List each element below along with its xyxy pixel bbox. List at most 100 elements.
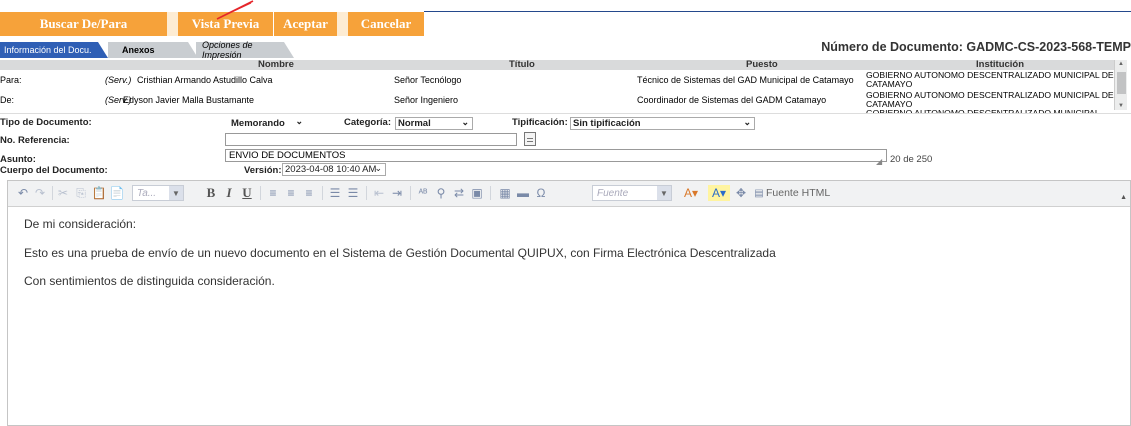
- spellcheck-icon[interactable]: ᴬᴮ: [416, 185, 430, 201]
- version-label: Versión:: [244, 165, 282, 176]
- top-toolbar: Buscar De/Para Vista Previa Aceptar Canc…: [0, 0, 1131, 36]
- recipient-titulo: Señor Ingeniero: [394, 95, 459, 105]
- version-select[interactable]: 2023-04-08 10:40 AM ⌄: [282, 163, 386, 176]
- cut-icon[interactable]: ✂: [56, 185, 70, 201]
- recipients-header: Nombre Título Puesto Institución: [0, 59, 1114, 70]
- version-value: 2023-04-08 10:40 AM: [285, 164, 377, 175]
- document-form: Tipo de Documento: Memorando ⌄ Categoría…: [0, 113, 1131, 176]
- column-header-titulo: Título: [509, 59, 535, 70]
- cancelar-button[interactable]: Cancelar: [348, 12, 424, 36]
- chevron-down-icon: ▼: [657, 186, 671, 200]
- recipient-titulo: Señor Tecnólogo: [394, 75, 462, 85]
- paste-icon[interactable]: 📋: [92, 185, 107, 201]
- column-header-nombre: Nombre: [258, 59, 294, 70]
- body-paragraph: Esto es una prueba de envío de un nuevo …: [24, 246, 776, 260]
- tab-opciones-impresion[interactable]: Opciones de Impresión: [196, 40, 294, 60]
- tipo-documento-select[interactable]: Memorando ⌄: [229, 116, 307, 130]
- document-icon[interactable]: [524, 132, 536, 146]
- cuerpo-documento-label: Cuerpo del Documento:: [0, 165, 108, 176]
- source-icon[interactable]: ▤: [752, 185, 766, 201]
- asunto-char-count: 20 de 250: [890, 154, 933, 165]
- scroll-thumb[interactable]: [1117, 72, 1126, 94]
- recipient-tag: (Serv.): [105, 75, 132, 85]
- recipient-nombre: Edyson Javier Malla Bustamante: [123, 95, 255, 105]
- table-row[interactable]: De: (Serv.) Edyson Javier Malla Bustaman…: [0, 91, 1114, 111]
- background-color-icon[interactable]: A▾: [708, 185, 730, 201]
- align-right-icon[interactable]: ≡: [302, 185, 316, 201]
- tipo-documento-label: Tipo de Documento:: [0, 117, 92, 128]
- underline-icon[interactable]: U: [240, 185, 254, 201]
- aceptar-button[interactable]: Aceptar: [274, 12, 337, 36]
- tipificacion-select[interactable]: Sin tipificación ⌄: [570, 117, 755, 130]
- copy-icon[interactable]: ⎘: [74, 185, 88, 201]
- toolbar-separator: [167, 12, 178, 36]
- recipient-institucion: GOBIERNO AUTONOMO DESCENTRALIZADO MUNICI…: [866, 90, 1114, 109]
- tab-anexos[interactable]: Anexos: [108, 42, 198, 58]
- toolbar-separator: [322, 186, 323, 200]
- tab-informacion-documento[interactable]: Información del Docu.: [0, 42, 108, 58]
- outdent-icon[interactable]: ⇤: [372, 185, 386, 201]
- italic-icon[interactable]: I: [222, 185, 236, 201]
- horizontal-rule-icon[interactable]: ▬: [516, 185, 530, 201]
- chevron-down-icon: ⌄: [461, 117, 469, 127]
- body-paragraph: Con sentimientos de distinguida consider…: [24, 274, 275, 288]
- document-tabs: Información del Docu. Anexos Opciones de…: [0, 38, 1131, 60]
- body-paragraph: De mi consideración:: [24, 217, 137, 231]
- toolbar-separator: [366, 186, 367, 200]
- recipients-scrollbar[interactable]: ▲ ▼: [1114, 60, 1127, 110]
- redo-icon[interactable]: ↷: [33, 185, 47, 201]
- referencia-input[interactable]: [225, 133, 517, 146]
- scroll-up-icon[interactable]: ▲: [1118, 61, 1124, 67]
- numbered-list-icon[interactable]: ☰: [328, 185, 342, 201]
- asunto-label: Asunto:: [0, 154, 36, 165]
- column-header-institucion: Institución: [976, 59, 1025, 70]
- tipificacion-label: Tipificación:: [512, 117, 568, 128]
- recipients-table: Nombre Título Puesto Institución Para: (…: [0, 59, 1127, 113]
- resize-handle-icon[interactable]: ◢: [876, 157, 882, 166]
- recipient-institucion: GOBIERNO AUTONOMO DESCENTRALIZADO MUNICI…: [866, 70, 1114, 89]
- toolbar-separator: [490, 186, 491, 200]
- bullet-list-icon[interactable]: ☰: [346, 185, 360, 201]
- recipient-role: Para:: [0, 75, 22, 85]
- recipient-puesto: Coordinador de Sistemas del GADM Catamay…: [637, 95, 827, 105]
- table-row[interactable]: Para: (Serv.) Cristhian Armando Astudill…: [0, 71, 1114, 91]
- chevron-down-icon: ⌄: [743, 117, 751, 127]
- source-html-button[interactable]: Fuente HTML: [766, 185, 838, 201]
- font-size-select[interactable]: Ta... ▼: [132, 185, 184, 201]
- asunto-input[interactable]: ENVIO DE DOCUMENTOS: [225, 149, 887, 162]
- font-family-select[interactable]: Fuente ▼: [592, 185, 672, 201]
- categoria-label: Categoría:: [344, 117, 391, 128]
- select-all-icon[interactable]: ▣: [470, 185, 484, 201]
- font-size-placeholder: Ta...: [137, 187, 157, 199]
- table-icon[interactable]: ▦: [498, 185, 512, 201]
- document-number: Número de Documento: GADMC-CS-2023-568-T…: [821, 40, 1131, 54]
- align-center-icon[interactable]: ≡: [284, 185, 298, 201]
- undo-icon[interactable]: ↶: [16, 185, 30, 201]
- replace-icon[interactable]: ⇄: [452, 185, 466, 201]
- toolbar-separator: [337, 12, 348, 36]
- recipient-puesto: Técnico de Sistemas del GAD Municipal de…: [637, 75, 854, 85]
- toolbar-separator: [260, 186, 261, 200]
- tipo-documento-value: Memorando: [231, 118, 285, 129]
- collapse-toolbar-icon[interactable]: ▲: [1120, 194, 1127, 201]
- indent-icon[interactable]: ⇥: [390, 185, 404, 201]
- align-left-icon[interactable]: ≡: [266, 185, 280, 201]
- chevron-down-icon: ⌄: [295, 116, 303, 126]
- header-divider: [424, 11, 1131, 12]
- paste-word-icon[interactable]: 📄: [110, 185, 125, 201]
- categoria-select[interactable]: Normal ⌄: [395, 117, 473, 130]
- annotation-arrow-icon: [216, 0, 254, 20]
- chevron-down-icon: ▼: [169, 186, 183, 200]
- referencia-label: No. Referencia:: [0, 135, 70, 146]
- tipificacion-value: Sin tipificación: [573, 118, 641, 129]
- find-icon[interactable]: ⚲: [434, 185, 448, 201]
- document-editor: ↶ ↷ ✂ ⎘ 📋 📄 Ta... ▼ B I U ≡ ≡ ≡ ☰ ☰ ⇤ ⇥ …: [7, 180, 1131, 426]
- column-header-puesto: Puesto: [746, 59, 778, 70]
- maximize-icon[interactable]: ✥: [734, 185, 748, 201]
- bold-icon[interactable]: B: [204, 185, 218, 201]
- scroll-down-icon[interactable]: ▼: [1118, 103, 1124, 109]
- recipient-role: De:: [0, 95, 15, 105]
- buscar-de-para-button[interactable]: Buscar De/Para: [0, 12, 167, 36]
- text-color-icon[interactable]: A▾: [680, 185, 702, 201]
- special-char-icon[interactable]: Ω: [534, 185, 548, 201]
